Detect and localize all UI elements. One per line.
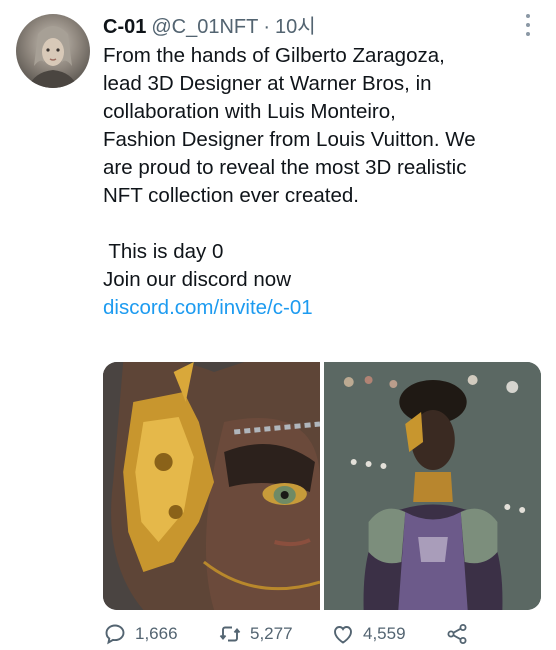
media-image-left[interactable] [103, 362, 320, 610]
like-count: 4,559 [363, 624, 406, 643]
tweet-line: lead 3D Designer at Warner Bros, in [103, 72, 432, 95]
media-image-right[interactable] [324, 362, 541, 610]
tweet-text: From the hands of Gilberto Zaragoza, lea… [103, 42, 543, 322]
author-handle[interactable]: @C_01NFT [151, 16, 258, 39]
closeup-face-image [103, 362, 320, 610]
separator-dot: · [263, 16, 271, 38]
tweet-line: From the hands of Gilberto Zaragoza, [103, 44, 445, 67]
timestamp[interactable]: 10시 [275, 10, 316, 39]
more-icon[interactable] [518, 14, 538, 36]
reply-count: 1,666 [135, 624, 178, 643]
tweet-line: Fashion Designer from Louis Vuitton. We [103, 128, 476, 151]
share-button[interactable] [445, 622, 469, 646]
tweet-line: are proud to reveal the most 3D realisti… [103, 156, 467, 179]
media-grid [103, 362, 541, 610]
reply-icon [105, 624, 125, 645]
avatar-image [28, 26, 78, 88]
retweet-count: 5,277 [250, 624, 293, 643]
tweet-line: collaboration with Luis Monteiro, [103, 100, 396, 123]
like-button[interactable]: 4,559 [331, 622, 445, 646]
author-name[interactable]: C-01 [103, 16, 146, 39]
tweet[interactable]: C-01 @C_01NFT · 10시 From the hands of Gi… [0, 0, 556, 650]
tweet-line-day: This is day 0 [103, 240, 224, 263]
tweet-line: NFT collection ever created. [103, 184, 359, 207]
discord-link[interactable]: discord.com/invite/c-01 [103, 294, 543, 322]
avatar[interactable] [16, 14, 90, 88]
tweet-line-discord: Join our discord now [103, 268, 292, 291]
action-bar: 1,666 5,277 4,559 [103, 622, 469, 646]
heart-icon [334, 626, 352, 644]
reply-button[interactable]: 1,666 [103, 622, 218, 646]
full-figure-image [324, 362, 541, 610]
tweet-header: C-01 @C_01NFT · 10시 [103, 10, 316, 40]
retweet-button[interactable]: 5,277 [218, 622, 331, 646]
share-icon [447, 624, 467, 644]
retweet-icon [219, 626, 241, 642]
